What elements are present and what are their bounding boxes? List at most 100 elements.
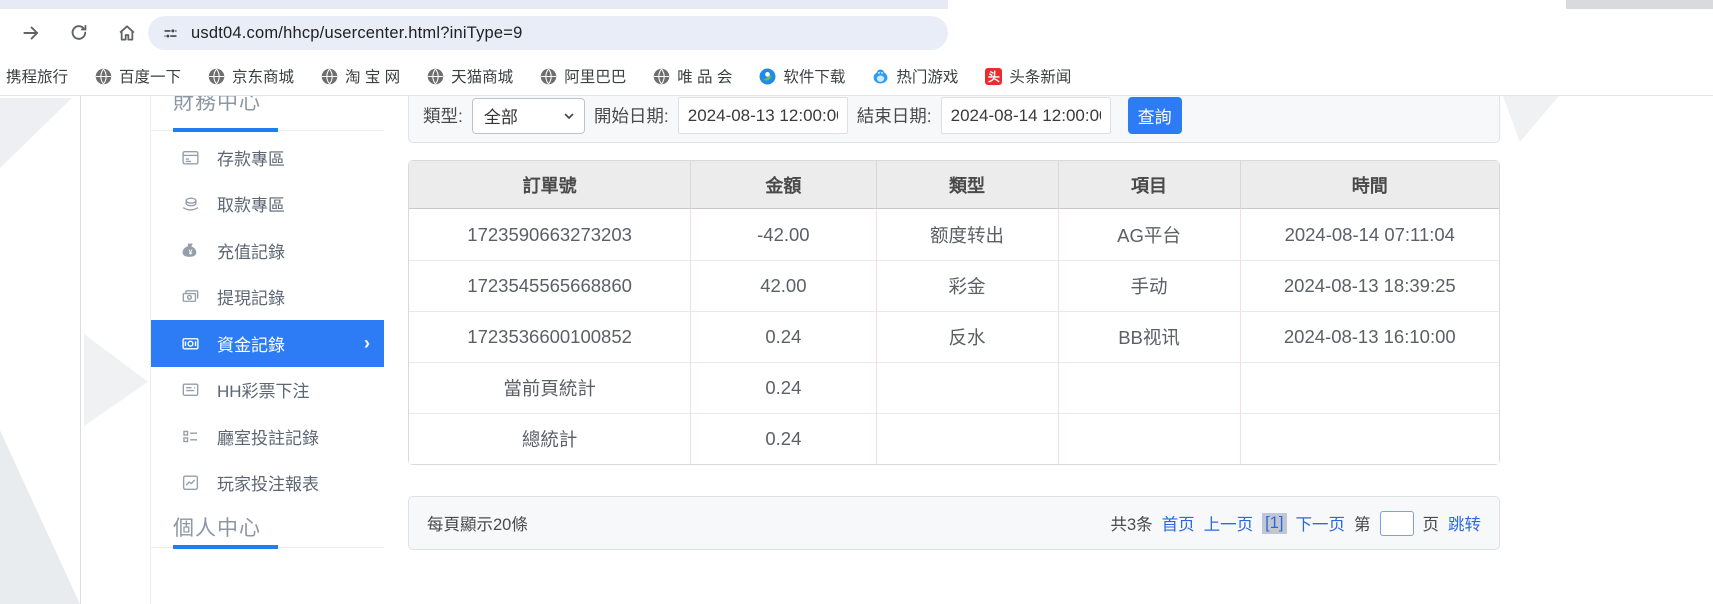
bookmark-item[interactable]: 唯 品 会 [653, 65, 732, 87]
section-indicator [173, 545, 278, 549]
search-button[interactable]: 查詢 [1127, 97, 1182, 134]
bookmark-item[interactable]: 京东商城 [208, 65, 294, 87]
main-content: 類型: 全部 開始日期: 結束日期: 查詢 訂單號金額類型項目時間 172 [408, 96, 1500, 604]
column-header: 金額 [690, 161, 876, 209]
table-cell: 2024-08-13 18:39:25 [1239, 260, 1499, 311]
jump-prefix-label: 第 [1354, 516, 1371, 534]
window-corner [1566, 0, 1713, 9]
bookmark-item[interactable]: 热门游戏 [872, 65, 958, 87]
bookmark-label: 软件下载 [783, 69, 846, 86]
globe-icon [321, 68, 338, 85]
ticket-list-icon [181, 380, 201, 400]
decorative-shape [1503, 96, 1559, 142]
table-cell: 0.24 [690, 413, 876, 464]
sidebar-item-label: 充值記錄 [217, 242, 285, 262]
type-select[interactable]: 全部 [471, 97, 585, 134]
page-size-text: 每頁顯示20條 [427, 516, 528, 534]
jump-button[interactable]: 跳转 [1448, 511, 1481, 535]
table-cell [875, 413, 1058, 464]
bookmark-item[interactable]: 软件下载 [759, 65, 845, 87]
start-date-input[interactable] [677, 97, 848, 134]
sidebar-item[interactable]: 取款專區 [151, 181, 384, 228]
chevron-down-icon [564, 113, 574, 119]
bookmark-item[interactable]: 百度一下 [95, 65, 181, 87]
table-cell: 1723536600100852 [409, 311, 691, 362]
funds-icon [181, 333, 201, 353]
table-cell [1239, 413, 1499, 464]
sidebar-menu: 存款專區 取款專區 ¥ 充值記錄 提現記錄 資金記錄 › HH彩票下注廳室投註記錄 玩家投注報表 [151, 134, 384, 506]
bookmark-item[interactable]: 携程旅行 [6, 65, 68, 87]
globe-icon [427, 68, 444, 85]
browser-window: usdt04.com/hhcp/usercenter.html?iniType=… [0, 0, 1713, 604]
table-cell [875, 362, 1058, 413]
url-text[interactable]: usdt04.com/hhcp/usercenter.html?iniType=… [191, 24, 523, 43]
table-cell: 手动 [1057, 260, 1240, 311]
current-page-indicator: [1] [1262, 512, 1287, 534]
records-table-body: 1723590663273203 -42.00 额度转出 AG平台 2024-08-14… [409, 209, 1499, 464]
decorative-shape [84, 334, 148, 426]
table-cell: BB视讯 [1057, 311, 1240, 362]
list-check-icon [181, 426, 201, 446]
web-page: 財務中心 存款專區 取款專區 ¥ 充值記錄 提現記錄 資金記錄 › HH彩票下注廳室投註記錄玩… [0, 96, 1713, 604]
sidebar-item[interactable]: ¥ 充值記錄 [151, 227, 384, 274]
withdraw-hand-icon [181, 194, 201, 214]
first-page-link[interactable]: 首页 [1162, 511, 1195, 535]
column-header: 項目 [1057, 161, 1240, 209]
report-chart-icon [181, 473, 201, 493]
home-icon[interactable] [110, 16, 144, 50]
sidebar-item[interactable]: 資金記錄 › [151, 320, 384, 367]
column-header: 時間 [1239, 161, 1499, 209]
next-page-link[interactable]: 下一页 [1296, 511, 1346, 535]
table-cell: 總統計 [409, 413, 691, 464]
records-table-card: 訂單號 金額 類型 項目 時間 1723590663273203 -42.00 额度转出 AG… [408, 160, 1500, 465]
sidebar-item[interactable]: 提現記錄 [151, 274, 384, 321]
sidebar-item-label: 廳室投註記錄 [217, 428, 319, 448]
reload-icon[interactable] [62, 16, 96, 50]
sidebar-item[interactable]: HH彩票下注 [151, 367, 384, 414]
sidebar-item[interactable]: 存款專區 [151, 134, 384, 181]
sidebar-item[interactable]: 玩家投注報表 [151, 460, 384, 507]
column-header: 訂單號 [409, 161, 691, 209]
table-cell: 0.24 [690, 362, 876, 413]
sidebar: 財務中心 存款專區 取款專區 ¥ 充值記錄 提現記錄 資金記錄 › HH彩票下注廳室投註記錄玩… [150, 96, 384, 604]
forward-icon[interactable] [14, 16, 48, 50]
bookmark-label: 天猫商城 [451, 69, 514, 86]
site-settings-icon[interactable] [162, 25, 179, 42]
bookmark-label: 头条新闻 [1009, 69, 1072, 86]
table-row: 當前頁統計 0.24 [409, 362, 1499, 413]
bookmark-label: 淘 宝 网 [345, 69, 401, 86]
bookmark-item[interactable]: 头头条新闻 [985, 65, 1071, 87]
jump-suffix-label: 页 [1422, 516, 1440, 534]
table-cell: 當前頁統計 [409, 362, 691, 413]
globe-icon [208, 68, 225, 85]
bookmark-label: 百度一下 [119, 69, 182, 86]
filter-panel: 類型: 全部 開始日期: 結束日期: 查詢 [408, 96, 1500, 143]
jump-page-input[interactable] [1379, 510, 1414, 536]
address-bar[interactable]: usdt04.com/hhcp/usercenter.html?iniType=… [148, 16, 948, 50]
bookmark-label: 携程旅行 [6, 69, 69, 86]
end-date-input[interactable] [940, 97, 1111, 134]
sidebar-section-finance: 財務中心 [173, 96, 261, 114]
toutiao-icon: 头 [985, 67, 1003, 85]
table-cell: 2024-08-13 16:10:00 [1239, 311, 1499, 362]
decorative-shape [0, 430, 80, 604]
bookmark-label: 京东商城 [232, 69, 295, 86]
active-tab-area [948, 0, 1566, 9]
table-cell: AG平台 [1057, 209, 1240, 260]
globe-icon [540, 68, 557, 85]
sidebar-item[interactable]: 廳室投註記錄 [151, 413, 384, 460]
prev-page-link[interactable]: 上一页 [1204, 511, 1254, 535]
sidebar-item-label: 玩家投注報表 [217, 475, 319, 495]
active-section-indicator [173, 128, 278, 132]
bookmark-item[interactable]: 天猫商城 [427, 65, 513, 87]
table-cell [1239, 362, 1499, 413]
deposit-card-icon [181, 147, 201, 167]
table-cell: 1723545565668860 [409, 260, 691, 311]
table-row: 總統計 0.24 [409, 413, 1499, 464]
table-cell: 1723590663273203 [409, 209, 691, 260]
bookmark-item[interactable]: 阿里巴巴 [540, 65, 626, 87]
table-cell: 42.00 [690, 260, 876, 311]
records-table: 訂單號 金額 類型 項目 時間 1723590663273203 -42.00 额度转出 AG… [408, 160, 1500, 465]
start-date-label: 開始日期: [593, 106, 669, 126]
bookmark-item[interactable]: 淘 宝 网 [321, 65, 400, 87]
